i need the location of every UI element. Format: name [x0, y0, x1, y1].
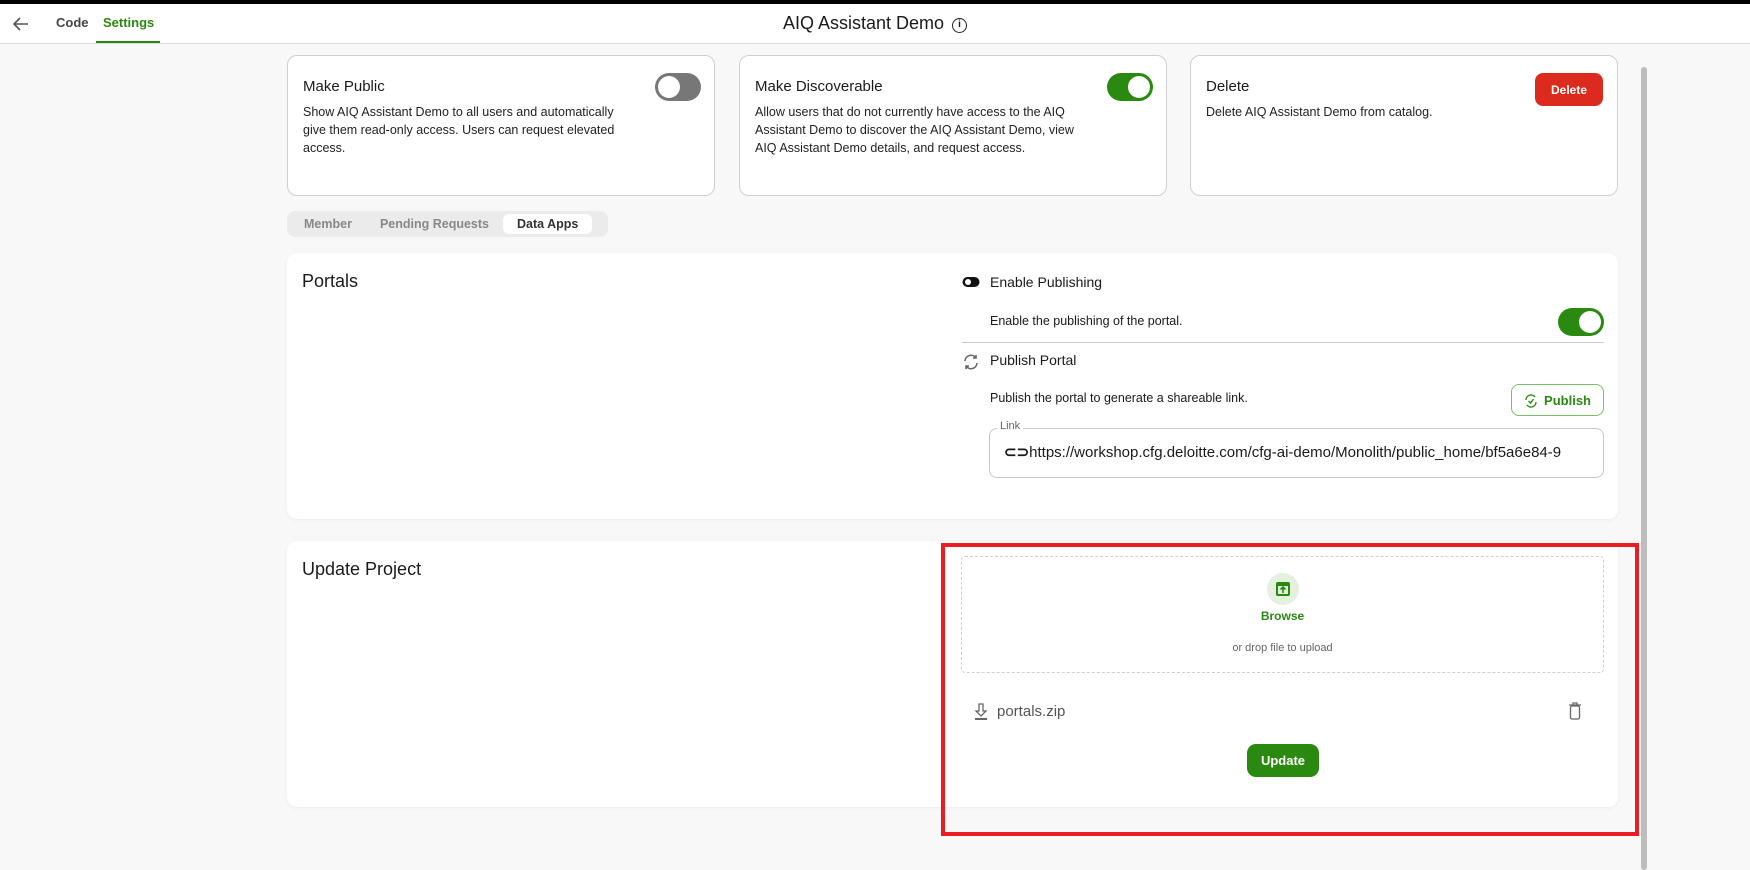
card-title: Make Public	[303, 78, 385, 95]
publish-button-label: Publish	[1544, 392, 1591, 408]
card-description: Show AIQ Assistant Demo to all users and…	[303, 105, 615, 155]
tab-data-apps[interactable]: Data Apps	[502, 214, 593, 234]
tab-member[interactable]: Member	[290, 214, 366, 234]
active-tab-indicator	[96, 41, 160, 43]
toggle-icon	[962, 277, 980, 287]
delete-button[interactable]: Delete	[1535, 73, 1603, 106]
make-public-card: Make Public Show AIQ Assistant Demo to a…	[287, 55, 715, 196]
portals-heading: Portals	[302, 271, 359, 291]
update-project-heading: Update Project	[302, 559, 422, 579]
scrollbar[interactable]	[1641, 67, 1647, 870]
card-title: Make Discoverable	[755, 78, 883, 95]
page-title-text: AIQ Assistant Demo	[782, 13, 945, 33]
publish-portal-desc: Publish the portal to generate a shareab…	[990, 391, 1248, 405]
publish-button[interactable]: Publish	[1511, 384, 1604, 416]
card-description: Delete AIQ Assistant Demo from catalog.	[1206, 105, 1433, 119]
divider	[962, 342, 1604, 343]
link-icon: ⊂⊃	[1004, 444, 1030, 461]
enable-publishing-title: Enable Publishing	[990, 274, 1103, 290]
publish-portal-title: Publish Portal	[990, 352, 1077, 368]
header: Code Settings AIQ Assistant Demo i	[0, 4, 1750, 44]
portals-panel: Portals Enable Publishing Enable the pub…	[287, 253, 1618, 519]
link-field[interactable]: ⊂⊃https://workshop.cfg.deloitte.com/cfg-…	[989, 428, 1604, 478]
card-description: Allow users that do not currently have a…	[755, 105, 1074, 155]
link-label: Link	[997, 420, 1024, 432]
enable-publishing-desc: Enable the publishing of the portal.	[990, 314, 1183, 328]
publish-sync-check-icon	[1525, 394, 1537, 408]
highlight-box	[941, 543, 1639, 836]
make-discoverable-card: Make Discoverable Allow users that do no…	[739, 55, 1167, 196]
make-public-toggle[interactable]	[655, 73, 701, 101]
make-discoverable-toggle[interactable]	[1107, 73, 1153, 101]
delete-card: Delete Delete AIQ Assistant Demo from ca…	[1190, 55, 1618, 196]
enable-publishing-toggle[interactable]	[1558, 308, 1604, 336]
info-icon[interactable]: i	[952, 18, 968, 33]
tab-pending-requests[interactable]: Pending Requests	[366, 214, 503, 234]
link-value: https://workshop.cfg.deloitte.com/cfg-ai…	[1029, 444, 1562, 461]
sync-icon	[964, 354, 978, 370]
page-title: AIQ Assistant Demo i	[0, 13, 1750, 34]
section-tabs: Member Pending Requests Data Apps	[287, 211, 608, 237]
